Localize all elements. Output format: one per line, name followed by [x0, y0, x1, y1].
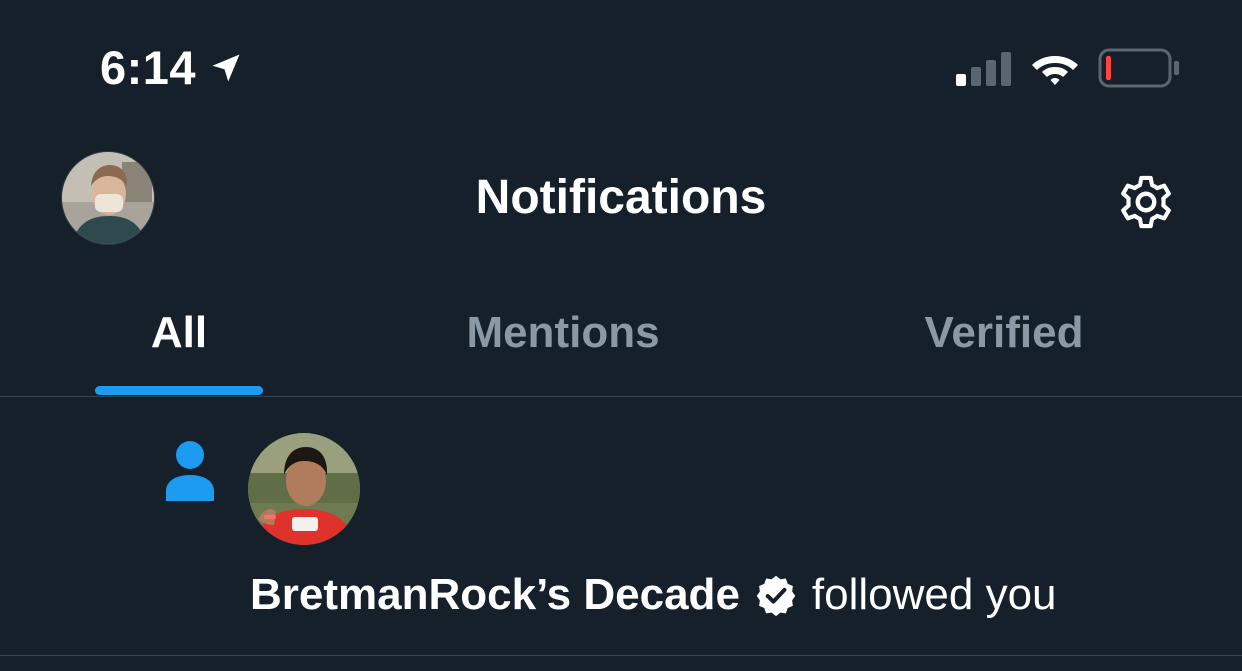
header: Notifications — [0, 130, 1242, 270]
location-arrow-icon — [212, 54, 240, 82]
person-icon — [166, 441, 214, 501]
tab-bar: All Mentions Verified — [0, 270, 1242, 397]
tab-label: All — [150, 308, 208, 357]
status-time: 6:14 — [100, 41, 197, 94]
verified-badge-icon — [756, 575, 796, 617]
battery-low-icon — [1098, 48, 1179, 88]
page-title: Notifications — [475, 171, 767, 224]
follower-avatar[interactable] — [248, 433, 360, 545]
notification-item[interactable]: BretmanRock’s Decade followed you — [0, 397, 1242, 656]
tab-label: Mentions — [466, 308, 660, 357]
gear-icon — [1121, 175, 1171, 229]
action-text: followed you — [811, 570, 1057, 619]
settings-button[interactable] — [1110, 166, 1182, 238]
tab-verified[interactable]: Verified — [856, 270, 1152, 396]
tab-label: Verified — [924, 308, 1084, 357]
active-tab-indicator — [95, 386, 263, 395]
wifi-icon — [1032, 56, 1078, 85]
tab-all[interactable]: All — [62, 270, 296, 396]
cellular-signal-icon — [956, 52, 1011, 86]
status-bar: 6:14 — [0, 0, 1242, 130]
tab-mentions[interactable]: Mentions — [396, 270, 730, 396]
notification-text: BretmanRock’s Decade followed you — [250, 567, 1057, 623]
user-name[interactable]: BretmanRock’s Decade — [250, 567, 740, 623]
